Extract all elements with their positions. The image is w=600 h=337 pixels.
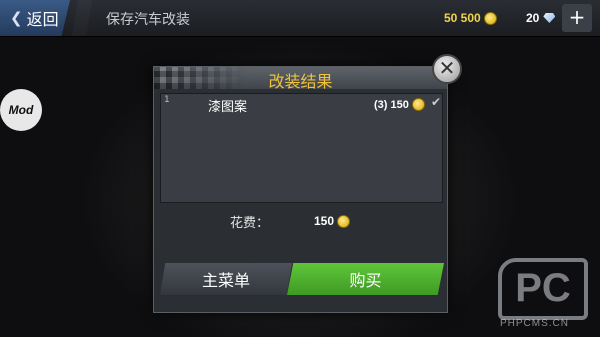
item-name: 漆图案 — [208, 100, 248, 115]
close-icon[interactable]: ✕ — [432, 54, 462, 84]
coin-icon — [483, 11, 497, 25]
cost-value: 150 — [314, 214, 335, 228]
buy-button[interactable]: 购买 — [287, 263, 444, 295]
gem-amount: 20 — [526, 11, 540, 25]
main-menu-button[interactable]: 主菜单 — [160, 263, 292, 295]
top-bar: ❮ 返回 保存汽车改装 50 500 20 + — [0, 0, 600, 37]
page-title: 保存汽车改装 — [106, 12, 190, 28]
cost-label: 花费： — [230, 216, 270, 231]
coin-icon — [411, 98, 425, 111]
mod-button[interactable]: Mod — [0, 89, 42, 131]
list-item[interactable]: 1 漆图案 (3) 150 ✔ — [161, 94, 442, 115]
back-label: 返回 — [26, 10, 59, 29]
add-currency-button[interactable]: + — [562, 4, 592, 32]
dialog-title: 改装结果 — [268, 72, 333, 91]
coin-amount: 50 500 — [444, 11, 481, 25]
item-price-value: (3) 150 — [374, 98, 409, 111]
cost-total: 150 — [314, 214, 351, 228]
back-button[interactable]: ❮ 返回 — [0, 0, 70, 36]
coin-icon — [337, 214, 351, 228]
gem-balance: 20 — [526, 11, 556, 25]
watermark-logo: PC — [498, 258, 588, 320]
item-price: (3) 150 — [374, 98, 425, 111]
watermark-url: PHPCMS.CN — [500, 318, 570, 329]
dialog-header: 改装结果 — [154, 67, 447, 91]
mod-result-dialog: 改装结果 1 漆图案 (3) 150 ✔ 花费： 150 主菜单 购买 — [153, 66, 448, 313]
checkmark-icon: ✔ — [431, 95, 442, 109]
mod-list: 1 漆图案 (3) 150 ✔ — [160, 93, 443, 203]
item-index: 1 — [164, 95, 170, 105]
chevron-left-icon: ❮ — [10, 9, 23, 27]
topbar-separator — [72, 0, 92, 36]
diamond-icon — [543, 13, 556, 23]
coin-balance: 50 500 — [444, 11, 497, 25]
